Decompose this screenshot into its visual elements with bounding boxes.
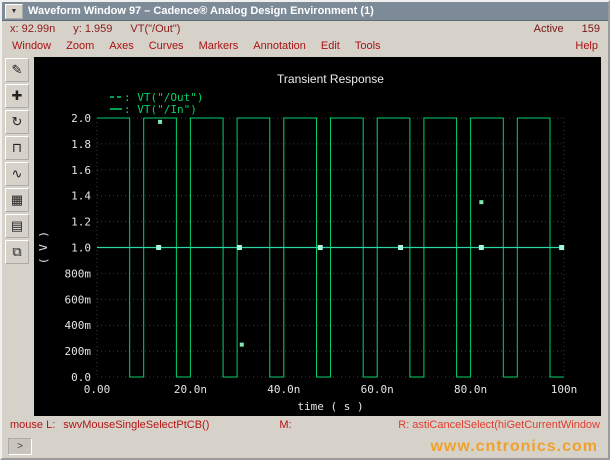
y-tick-label: 1.6 — [71, 164, 91, 177]
subwindow-button[interactable]: ⧉ — [5, 240, 29, 264]
prompt-row: > www.cntronics.com — [2, 434, 608, 458]
prompt-glyph: > — [17, 441, 23, 452]
trace-marker — [236, 245, 242, 250]
watermark-text: www.cntronics.com — [430, 437, 598, 455]
x-tick-label: 40.0n — [267, 383, 300, 396]
probe-pencil-icon: ✎ — [11, 62, 23, 77]
trace-marker — [156, 245, 162, 250]
cursor-x-readout: x: 92.99n — [10, 22, 56, 35]
plot-wrapper: 2.0 1.8 1.6 1.4 1.2 1.0 800m 600m 400m 200m 0.0 0.0… — [32, 55, 608, 416]
menu-annotation[interactable]: Annotation — [253, 40, 306, 52]
menu-markers[interactable]: Markers — [199, 40, 239, 52]
y-tick-label: 400m — [65, 319, 92, 332]
title-bar: ▼ Waveform Window 97 – Cadence® Analog D… — [2, 2, 608, 21]
y-tick-label: 1.8 — [71, 138, 91, 151]
menu-help[interactable]: Help — [575, 40, 598, 52]
redraw-rotate-icon: ↻ — [11, 114, 23, 129]
stray-point — [479, 200, 484, 205]
selected-trace-readout: VT("/Out") — [130, 22, 181, 35]
grid-table-button[interactable]: ▦ — [5, 188, 29, 212]
x-tick-label: 20.0n — [174, 383, 207, 396]
menu-bar: Window Zoom Axes Curves Markers Annotati… — [2, 36, 608, 55]
y-tick-label: 600m — [65, 293, 92, 306]
cursor-y-readout: y: 1.959 — [73, 22, 113, 35]
menu-window[interactable]: Window — [12, 40, 51, 52]
tool-column: ✎ ✚ ↻ ⊓ ∿ ▦ ▤ ⧉ — [2, 55, 32, 416]
y-tick-label: 2.0 — [71, 112, 91, 125]
window-title: Waveform Window 97 – Cadence® Analog Des… — [28, 5, 374, 17]
mouse-left-label: mouse L: — [10, 419, 56, 431]
mouse-left-binding: swvMouseSingleSelectPtCB() — [63, 419, 210, 431]
y-tick-label: 1.0 — [71, 242, 91, 255]
menu-axes[interactable]: Axes — [109, 40, 133, 52]
x-axis-label: time ( s ) — [297, 400, 363, 413]
active-label: Active — [533, 22, 564, 35]
strip-chart-button[interactable]: ⊓ — [5, 136, 29, 160]
grid-table-icon: ▦ — [10, 192, 24, 207]
main-area: ✎ ✚ ↻ ⊓ ∿ ▦ ▤ ⧉ 2.0 1.8 1.6 1.4 1.2 1.0 800m 60… — [2, 55, 608, 416]
command-prompt[interactable]: > — [8, 438, 32, 455]
mouse-middle-label: M: — [279, 419, 292, 431]
plot-title: Transient Response — [277, 72, 384, 86]
x-tick-label: 60.0n — [361, 383, 394, 396]
plot-area[interactable]: 2.01.81.61.41.21.0800m600m400m200m0.00.0… — [34, 57, 601, 416]
zoom-fit-icon: ✚ — [11, 88, 23, 103]
y-tick-label: 1.4 — [71, 190, 91, 203]
waveform-window: ▼ Waveform Window 97 – Cadence® Analog D… — [0, 0, 610, 460]
mouse-right-binding: R: astiCancelSelect(hiGetCurrentWindow — [398, 419, 600, 431]
status-bar: mouse L: swvMouseSingleSelectPtCB() M: R… — [2, 416, 608, 434]
trace-marker — [559, 245, 565, 250]
layers-icon: ▤ — [10, 218, 24, 233]
menu-zoom[interactable]: Zoom — [66, 40, 94, 52]
chevron-down-icon: ▼ — [10, 7, 18, 15]
redraw-button[interactable]: ↻ — [5, 110, 29, 134]
x-tick-label: 80.0n — [454, 383, 487, 396]
menu-edit[interactable]: Edit — [321, 40, 340, 52]
subwindow-icon: ⧉ — [12, 244, 22, 259]
waveform-button[interactable]: ∿ — [5, 162, 29, 186]
layers-button[interactable]: ▤ — [5, 214, 29, 238]
trace-marker — [398, 245, 404, 250]
x-tick-label: 0.00 — [84, 383, 111, 396]
stray-point — [158, 119, 163, 124]
window-menu-button[interactable]: ▼ — [5, 3, 23, 19]
waveform-icon: ∿ — [11, 166, 23, 181]
trace-marker — [317, 245, 323, 250]
y-axis-label: ( V ) — [37, 231, 50, 264]
menu-curves[interactable]: Curves — [149, 40, 184, 52]
y-tick-label: 800m — [65, 267, 92, 280]
probe-pencil-button[interactable]: ✎ — [5, 58, 29, 82]
strip-chart-icon: ⊓ — [11, 140, 23, 155]
y-tick-label: 200m — [65, 345, 92, 358]
trace-marker — [478, 245, 484, 250]
active-count: 159 — [581, 22, 600, 35]
zoom-fit-button[interactable]: ✚ — [5, 84, 29, 108]
info-bar: x: 92.99n y: 1.959 VT("/Out") Active 159 — [2, 21, 608, 36]
legend-label: : VT("/In") — [124, 103, 197, 116]
x-tick-label: 100n — [551, 383, 578, 396]
menu-tools[interactable]: Tools — [355, 40, 381, 52]
stray-point — [239, 342, 244, 347]
y-tick-label: 1.2 — [71, 216, 91, 229]
